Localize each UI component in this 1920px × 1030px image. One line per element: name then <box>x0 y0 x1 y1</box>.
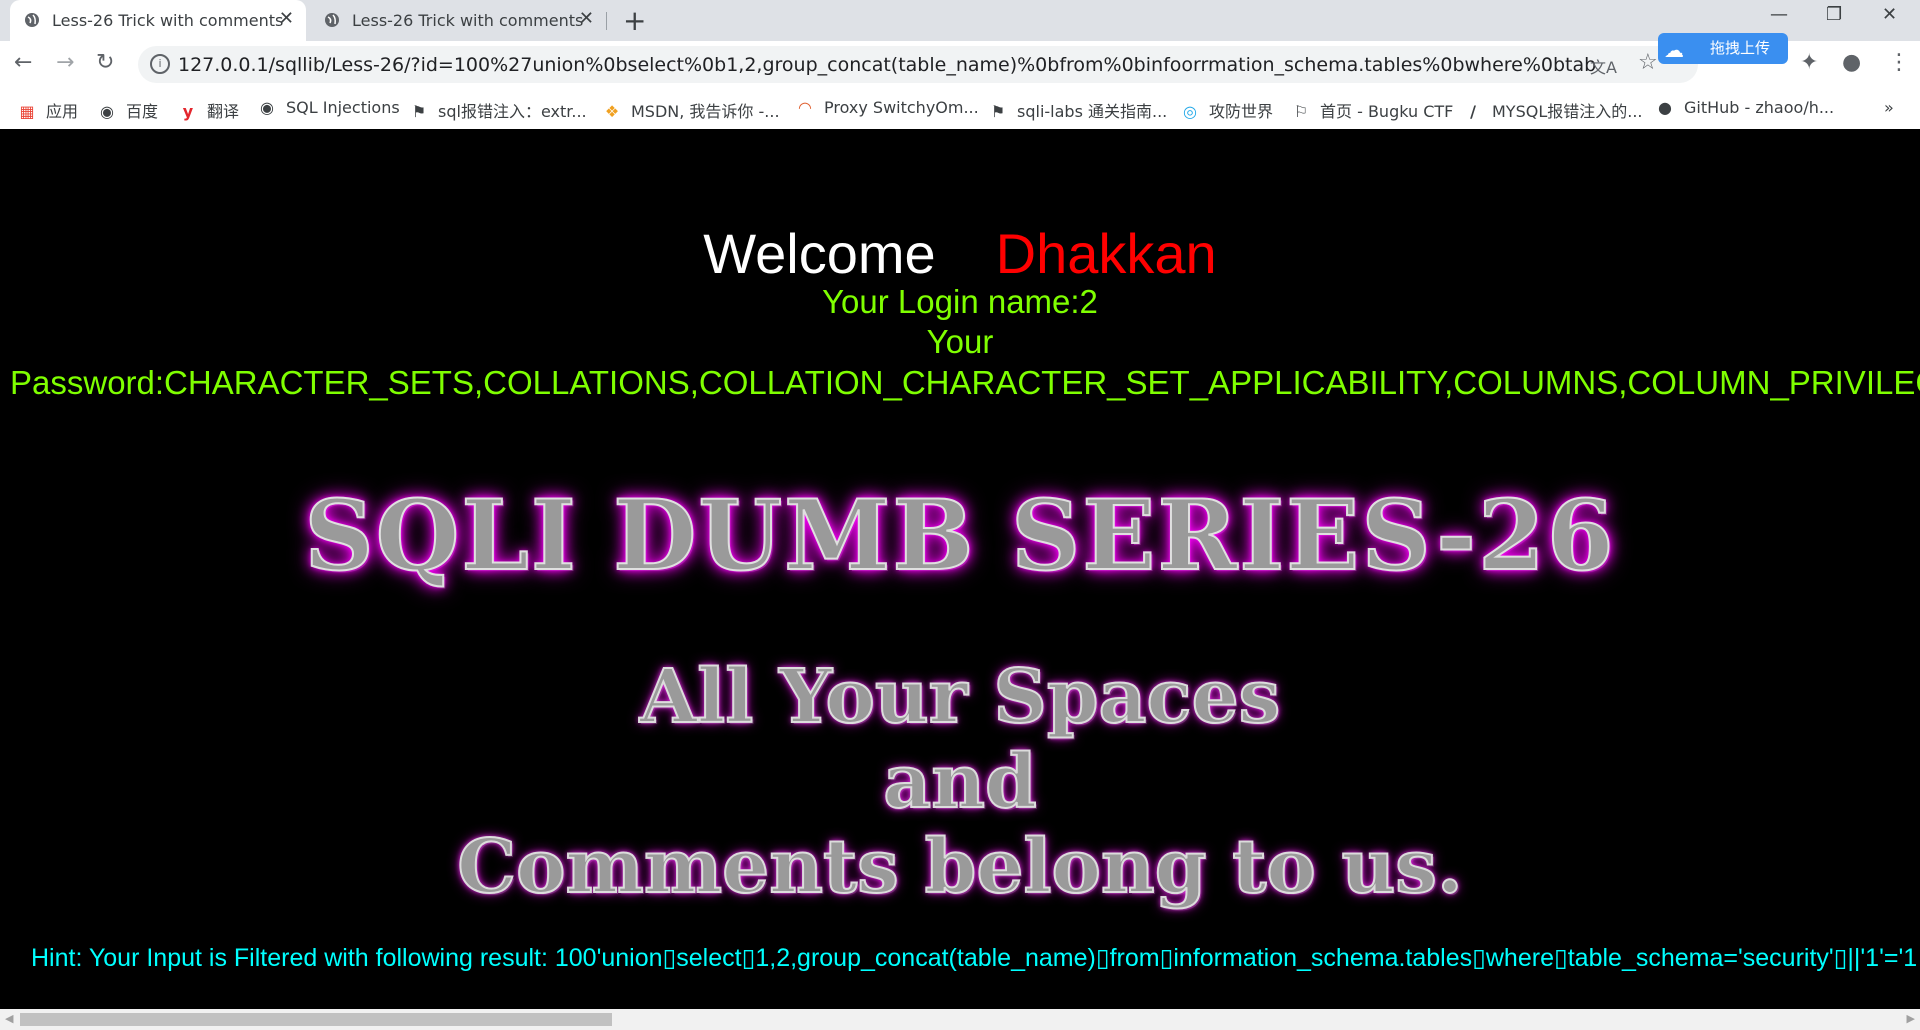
globe-icon <box>325 13 339 27</box>
scroll-right-icon[interactable]: ▶ <box>1907 1012 1915 1025</box>
welcome-text: Welcome <box>703 222 936 285</box>
slogan-line-2: and <box>882 738 1038 826</box>
url-text[interactable]: 127.0.0.1/sqllib/Less-26/?id=100%27union… <box>178 54 1598 76</box>
scrollbar-thumb[interactable] <box>20 1013 612 1026</box>
youdao-icon: y <box>182 102 194 121</box>
back-arrow-icon[interactable]: ← <box>14 50 32 75</box>
bookmark-adworld[interactable]: ◎ 攻防世界 <box>1181 98 1273 122</box>
close-window-button[interactable]: ✕ <box>1882 4 1897 25</box>
tab-title: Less-26 Trick with comments <box>352 11 584 30</box>
adworld-icon: ◎ <box>1183 102 1197 121</box>
extensions-puzzle-icon[interactable]: ✦ <box>1800 50 1818 75</box>
profile-avatar-icon[interactable]: ● <box>1842 50 1861 75</box>
tab-inactive[interactable]: Less-26 Trick with comments ✕ <box>310 0 606 41</box>
bookmark-github[interactable]: ● GitHub - zhaoo/h... <box>1656 98 1834 117</box>
upload-label: 拖拽上传 <box>1710 39 1771 57</box>
globe-icon: ◉ <box>260 98 274 117</box>
browser-chrome: Less-26 Trick with comments ✕ Less-26 Tr… <box>0 0 1920 130</box>
menu-kebab-icon[interactable]: ⋮ <box>1888 50 1910 75</box>
horizontal-scrollbar[interactable]: ◀ ▶ <box>0 1009 1920 1030</box>
address-bar[interactable]: i 127.0.0.1/sqllib/Less-26/?id=100%27uni… <box>138 46 1698 83</box>
navigation-toolbar: ← → ↻ i 127.0.0.1/sqllib/Less-26/?id=100… <box>0 41 1920 88</box>
tab-strip: Less-26 Trick with comments ✕ Less-26 Tr… <box>0 0 1920 41</box>
scroll-left-icon[interactable]: ◀ <box>5 1012 13 1025</box>
bookmark-mysql-error[interactable]: / MYSQL报错注入的... <box>1464 98 1642 122</box>
tab-title: Less-26 Trick with comments <box>52 11 284 30</box>
bookmark-msdn[interactable]: ❖ MSDN, 我告诉你 -... <box>603 98 780 122</box>
msdn-icon: ❖ <box>604 102 620 121</box>
user-name: Dhakkan <box>995 222 1217 285</box>
forward-arrow-icon[interactable]: → <box>56 50 74 75</box>
bookmark-baidu[interactable]: ◉ 百度 <box>98 98 158 122</box>
site-info-icon[interactable]: i <box>150 54 170 74</box>
bookmark-switchyomega[interactable]: ◠ Proxy SwitchyOm... <box>796 98 979 117</box>
bugku-icon: ⚐ <box>1293 102 1309 121</box>
translate-icon[interactable]: 文A <box>1590 54 1617 78</box>
bookmarks-bar: ▦ 应用 ◉ 百度 y 翻译 ◉ SQL Injections ⚑ sql报错注入：ext… <box>0 88 1920 130</box>
csdn-icon: / <box>1470 102 1476 121</box>
bookmark-sql-injections[interactable]: ◉ SQL Injections <box>258 98 400 117</box>
bookmark-sql-error-injection[interactable]: ⚑ sql报错注入：extr... <box>410 98 587 122</box>
bookmark-translate[interactable]: y 翻译 <box>179 98 239 122</box>
series-banner: SQLI DUMB SERIES-26 <box>303 478 1616 593</box>
switchyomega-icon: ◠ <box>798 98 812 117</box>
close-tab-icon[interactable]: ✕ <box>579 8 594 29</box>
filter-hint: Hint: Your Input is Filtered with follow… <box>31 944 1918 972</box>
your-label: Your <box>926 323 994 360</box>
github-icon: ● <box>1658 98 1672 117</box>
bookmark-bugku[interactable]: ⚐ 首页 - Bugku CTF <box>1292 98 1454 122</box>
cloud-icon: ☁ <box>1664 38 1684 62</box>
minimize-button[interactable]: — <box>1770 4 1788 25</box>
upload-extension-button[interactable]: ☁ 拖拽上传 <box>1658 33 1788 64</box>
globe-icon <box>25 13 39 27</box>
reload-icon[interactable]: ↻ <box>96 50 114 75</box>
new-tab-button[interactable]: + <box>623 4 646 37</box>
bookmark-apps[interactable]: ▦ 应用 <box>18 98 78 122</box>
apps-grid-icon: ▦ <box>19 102 35 121</box>
close-tab-icon[interactable]: ✕ <box>279 8 294 29</box>
page-content: Welcome Dhakkan Your Login name:2 Your Pa… <box>0 129 1920 1009</box>
tab-active[interactable]: Less-26 Trick with comments ✕ <box>10 0 306 41</box>
password-output: Password:CHARACTER_SETS,COLLATIONS,COLLA… <box>10 364 1920 401</box>
flag-icon: ⚑ <box>411 102 427 121</box>
slogan-line-3: Comments belong to us. <box>456 823 1463 911</box>
bookmark-star-icon[interactable]: ☆ <box>1638 50 1658 75</box>
slogan-line-1: All Your Spaces <box>639 653 1282 741</box>
flag-icon: ⚑ <box>990 102 1006 121</box>
bookmark-sqli-labs[interactable]: ⚑ sqli-labs 通关指南... <box>989 98 1167 122</box>
welcome-heading: Welcome Dhakkan <box>0 221 1920 286</box>
restore-button[interactable]: ❐ <box>1826 4 1842 25</box>
tab-separator <box>606 12 607 30</box>
globe-icon: ◉ <box>100 102 114 121</box>
bookmarks-overflow-icon[interactable]: » <box>1884 98 1894 117</box>
login-name: Your Login name:2 <box>822 283 1098 320</box>
